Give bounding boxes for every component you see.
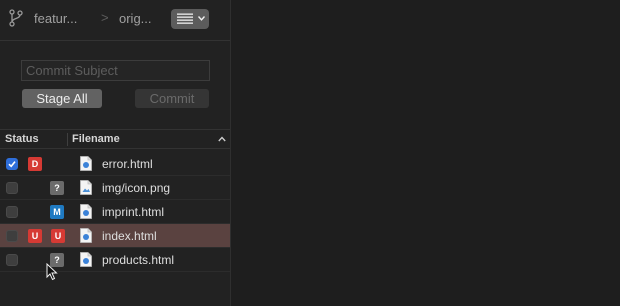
file-name: imprint.html <box>102 205 165 219</box>
file-row[interactable]: Derror.html <box>0 152 230 176</box>
list-icon <box>177 13 193 24</box>
commit-panel: featur... > orig... Stage All Commit Sta… <box>0 0 231 306</box>
column-divider[interactable] <box>67 133 68 146</box>
stage-checkbox[interactable] <box>6 206 18 218</box>
app-window: featur... > orig... Stage All Commit Sta… <box>0 0 620 306</box>
html-file-icon <box>80 156 92 171</box>
html-file-icon <box>80 252 92 267</box>
file-row[interactable]: ? img/icon.png <box>0 176 230 200</box>
stage-all-button[interactable]: Stage All <box>22 89 102 108</box>
commit-subject-input[interactable] <box>21 60 210 81</box>
file-row[interactable]: ? products.html <box>0 248 230 272</box>
remote-name[interactable]: orig... <box>119 11 152 26</box>
breadcrumb-separator: > <box>101 10 109 25</box>
deleted-badge: D <box>28 157 42 171</box>
chevron-down-icon <box>198 16 205 21</box>
html-file-icon <box>80 204 92 219</box>
sort-ascending-icon[interactable] <box>218 136 226 142</box>
unmerged-badge: U <box>28 229 42 243</box>
filename-column-header[interactable]: Filename <box>72 133 120 145</box>
status-column-header[interactable]: Status <box>5 133 39 145</box>
untracked-badge: ? <box>50 181 64 195</box>
branch-name[interactable]: featur... <box>34 11 77 26</box>
view-options-button[interactable] <box>171 9 209 29</box>
stage-checkbox[interactable] <box>6 254 18 266</box>
stage-checkbox[interactable] <box>6 158 18 170</box>
html-file-icon <box>80 228 92 243</box>
unmerged-badge: U <box>51 229 65 243</box>
branch-icon[interactable] <box>8 9 24 27</box>
commit-button[interactable]: Commit <box>135 89 209 108</box>
file-name: error.html <box>102 157 153 171</box>
stage-checkbox[interactable] <box>6 230 18 242</box>
diff-view <box>231 0 620 306</box>
file-name: img/icon.png <box>102 181 171 195</box>
file-table-header: Status Filename <box>0 129 230 149</box>
mouse-cursor-icon <box>46 263 58 281</box>
toolbar: featur... > orig... <box>0 0 230 41</box>
file-name: products.html <box>102 253 175 267</box>
image-file-icon <box>80 180 92 195</box>
modified-badge: M <box>50 205 64 219</box>
file-row[interactable]: Mimprint.html <box>0 200 230 224</box>
stage-checkbox[interactable] <box>6 182 18 194</box>
checkmark-icon <box>8 161 16 168</box>
file-name: index.html <box>102 229 157 243</box>
file-row[interactable]: U Uindex.html <box>0 224 230 248</box>
